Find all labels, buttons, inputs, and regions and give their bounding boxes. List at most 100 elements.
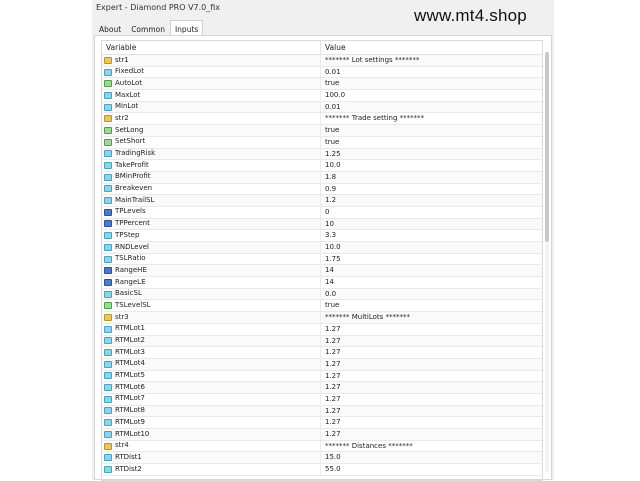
tab-bar: About Common Inputs [94, 20, 204, 36]
value-cell[interactable]: 14 [321, 265, 334, 276]
value-cell[interactable]: 1.8 [321, 172, 336, 183]
table-row[interactable]: MinLot 0.01 [102, 101, 542, 114]
table-row[interactable]: AutoLot true [102, 78, 542, 91]
table-row[interactable]: TSLRatio 1.75 [102, 253, 542, 266]
table-row[interactable]: TSLevelSL true [102, 300, 542, 313]
table-row[interactable]: SetLong true [102, 125, 542, 137]
value-cell[interactable]: 1.25 [321, 149, 341, 160]
value-cell[interactable]: 1.27 [321, 382, 341, 393]
variable-cell: TPPercent [102, 218, 321, 230]
variable-cell: TPLevels [102, 206, 321, 218]
value-cell[interactable]: 10.0 [321, 160, 341, 171]
double-type-icon [104, 430, 112, 438]
table-row[interactable]: RTMLot3 1.27 [102, 347, 542, 359]
double-type-icon [104, 465, 112, 473]
value-cell[interactable]: true [321, 125, 339, 136]
table-row[interactable]: RTMLot4 1.27 [102, 358, 542, 371]
value-cell[interactable]: true [321, 300, 339, 311]
value-cell[interactable]: ******* Trade setting ******* [321, 113, 424, 124]
table-row[interactable]: RTMLot9 1.27 [102, 417, 542, 429]
table-row[interactable]: TPLevels 0 [102, 206, 542, 219]
value-cell[interactable]: ******* Lot settings ******* [321, 55, 419, 66]
tab-about[interactable]: About [94, 20, 126, 36]
tab-inputs[interactable]: Inputs [169, 20, 204, 36]
variable-cell: TakeProfit [102, 160, 321, 171]
value-cell[interactable]: 10 [321, 219, 334, 230]
value-cell[interactable]: ******* Distances ******* [321, 441, 413, 452]
table-row[interactable]: RangeLE 14 [102, 277, 542, 289]
variable-name: MaxLot [115, 90, 141, 99]
variable-cell: SetLong [102, 125, 321, 136]
variable-name: RTMLot3 [115, 347, 145, 356]
column-header-value[interactable]: Value [321, 41, 346, 54]
expert-properties-window: Expert - Diamond PRO V7.0_fix About Comm… [92, 0, 554, 481]
value-cell[interactable]: 0.9 [321, 184, 336, 195]
table-row[interactable]: RTMLot8 1.27 [102, 405, 542, 418]
variable-cell: Breakeven [102, 183, 321, 195]
table-row[interactable]: RTDist1 15.0 [102, 452, 542, 465]
value-cell[interactable]: 3.3 [321, 230, 336, 241]
table-row[interactable]: RNDLevel 10.0 [102, 242, 542, 254]
value-cell[interactable]: 1.27 [321, 359, 341, 370]
table-row[interactable]: str1 ******* Lot settings ******* [102, 55, 542, 67]
table-row[interactable]: RangeHE 14 [102, 265, 542, 278]
table-row[interactable]: SetShort true [102, 136, 542, 149]
table-row[interactable]: RTMLot7 1.27 [102, 393, 542, 406]
value-cell[interactable]: ******* MultiLots ******* [321, 312, 410, 323]
value-cell[interactable]: 0.0 [321, 289, 336, 300]
table-row[interactable]: RTMLot10 1.27 [102, 429, 542, 441]
value-cell[interactable]: true [321, 78, 339, 89]
variable-cell: RTDist1 [102, 452, 321, 464]
table-row[interactable]: RTMLot1 1.27 [102, 323, 542, 336]
value-cell[interactable]: 1.75 [321, 254, 341, 265]
value-cell[interactable]: 1.27 [321, 324, 341, 335]
value-cell[interactable]: 1.27 [321, 417, 341, 428]
value-cell[interactable]: 1.27 [321, 336, 341, 347]
variable-name: TradingRisk [115, 149, 156, 157]
table-row[interactable]: TPStep 3.3 [102, 230, 542, 242]
value-cell[interactable]: 1.27 [321, 394, 341, 405]
value-cell[interactable]: 55.0 [321, 464, 341, 475]
value-cell[interactable]: 1.27 [321, 406, 341, 417]
variable-cell: RTMLot3 [102, 347, 321, 358]
variable-cell: RTMLot4 [102, 358, 321, 370]
scrollbar-thumb[interactable] [545, 52, 549, 242]
tab-common[interactable]: Common [126, 20, 170, 36]
value-cell[interactable]: true [321, 137, 339, 148]
table-row[interactable]: TradingRisk 1.25 [102, 148, 542, 161]
table-row[interactable]: TakeProfit 10.0 [102, 160, 542, 172]
column-header-variable[interactable]: Variable [102, 41, 321, 54]
variable-cell: TSLevelSL [102, 300, 321, 312]
value-cell[interactable]: 1.2 [321, 195, 336, 206]
value-cell[interactable]: 0.01 [321, 102, 341, 113]
vertical-scrollbar[interactable] [545, 52, 549, 472]
value-cell[interactable]: 1.27 [321, 429, 341, 440]
double-type-icon [104, 290, 112, 298]
table-row[interactable]: TPPercent 10 [102, 218, 542, 231]
table-row[interactable]: BasicSL 0.0 [102, 288, 542, 301]
value-cell[interactable]: 0.01 [321, 67, 341, 78]
table-row[interactable]: str3 ******* MultiLots ******* [102, 312, 542, 324]
table-row[interactable]: RTMLot2 1.27 [102, 335, 542, 348]
variable-name: RTMLot1 [115, 324, 145, 333]
value-cell[interactable]: 15.0 [321, 452, 341, 463]
value-cell[interactable]: 1.27 [321, 347, 341, 358]
table-row[interactable]: RTDist2 55.0 [102, 464, 542, 476]
table-row[interactable]: MainTrailSL 1.2 [102, 195, 542, 207]
table-row[interactable]: FixedLot 0.01 [102, 66, 542, 79]
table-row[interactable]: BMinProfit 1.8 [102, 171, 542, 184]
variable-name: TPPercent [115, 219, 150, 228]
table-row[interactable]: RTMLot5 1.27 [102, 370, 542, 383]
value-cell[interactable]: 0 [321, 207, 329, 218]
value-cell[interactable]: 14 [321, 277, 334, 288]
table-row[interactable]: str4 ******* Distances ******* [102, 440, 542, 453]
table-row[interactable]: str2 ******* Trade setting ******* [102, 113, 542, 126]
table-row[interactable]: Breakeven 0.9 [102, 183, 542, 196]
table-row[interactable]: RTMLot6 1.27 [102, 382, 542, 394]
variable-name: str4 [115, 441, 129, 450]
value-cell[interactable]: 10.0 [321, 242, 341, 253]
value-cell[interactable]: 100.0 [321, 90, 345, 101]
value-cell[interactable]: 1.27 [321, 371, 341, 382]
table-row[interactable]: MaxLot 100.0 [102, 90, 542, 102]
variable-name: TPLevels [115, 207, 146, 216]
